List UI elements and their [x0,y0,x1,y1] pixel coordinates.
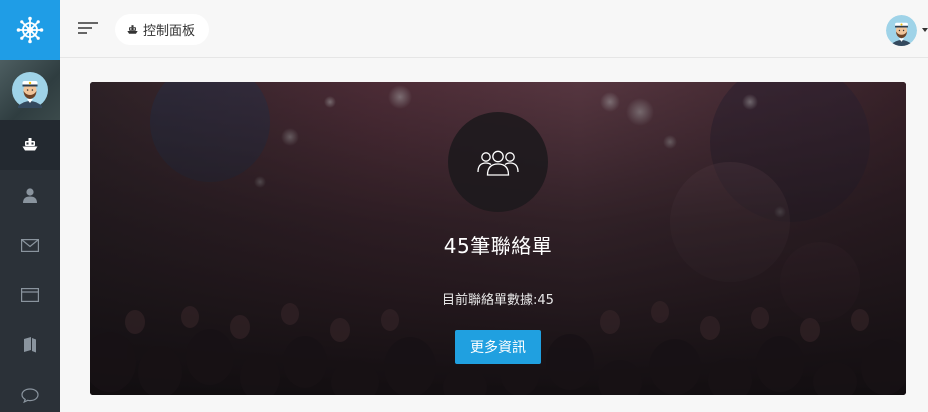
captain-avatar-icon [12,72,48,108]
more-info-button[interactable]: 更多資訊 [455,330,541,364]
sidebar-item-mail[interactable] [0,220,60,270]
user-avatar-button[interactable] [886,15,917,46]
sidebar-item-windows[interactable] [0,270,60,320]
sidebar-item-docs[interactable] [0,320,60,370]
ship-icon [22,138,38,151]
sidebar-item-users[interactable] [0,170,60,220]
sidebar-user-avatar[interactable] [0,60,60,120]
book-icon [24,337,36,353]
chat-bubble-icon [21,387,39,403]
hero-contact-card: 45筆聯絡單 目前聯絡單數據:45 更多資訊 [90,82,906,395]
hero-title: 45筆聯絡單 [443,234,553,258]
sidebar-item-chat[interactable] [0,370,60,412]
ship-icon [127,24,138,34]
users-group-icon [477,150,519,176]
chevron-down-icon[interactable] [922,28,928,32]
ship-wheel-icon [16,16,44,44]
breadcrumb-dashboard[interactable]: 控制面板 [115,14,210,45]
app-logo[interactable] [0,0,60,60]
browser-window-icon [21,288,39,302]
sidebar-nav [0,120,60,412]
sidebar-item-dashboard[interactable] [0,120,60,170]
breadcrumb-label: 控制面板 [143,24,196,39]
menu-lines-icon[interactable] [78,20,98,36]
topbar: 控制面板 [60,0,928,58]
envelope-icon [21,238,39,252]
hero-subtitle: 目前聯絡單數據:45 [442,293,554,308]
hero-icon-circle [448,112,548,212]
user-icon [23,187,37,203]
sidebar [0,0,60,412]
captain-avatar-icon [886,15,917,46]
hero-content: 45筆聯絡單 目前聯絡單數據:45 更多資訊 [90,82,906,395]
